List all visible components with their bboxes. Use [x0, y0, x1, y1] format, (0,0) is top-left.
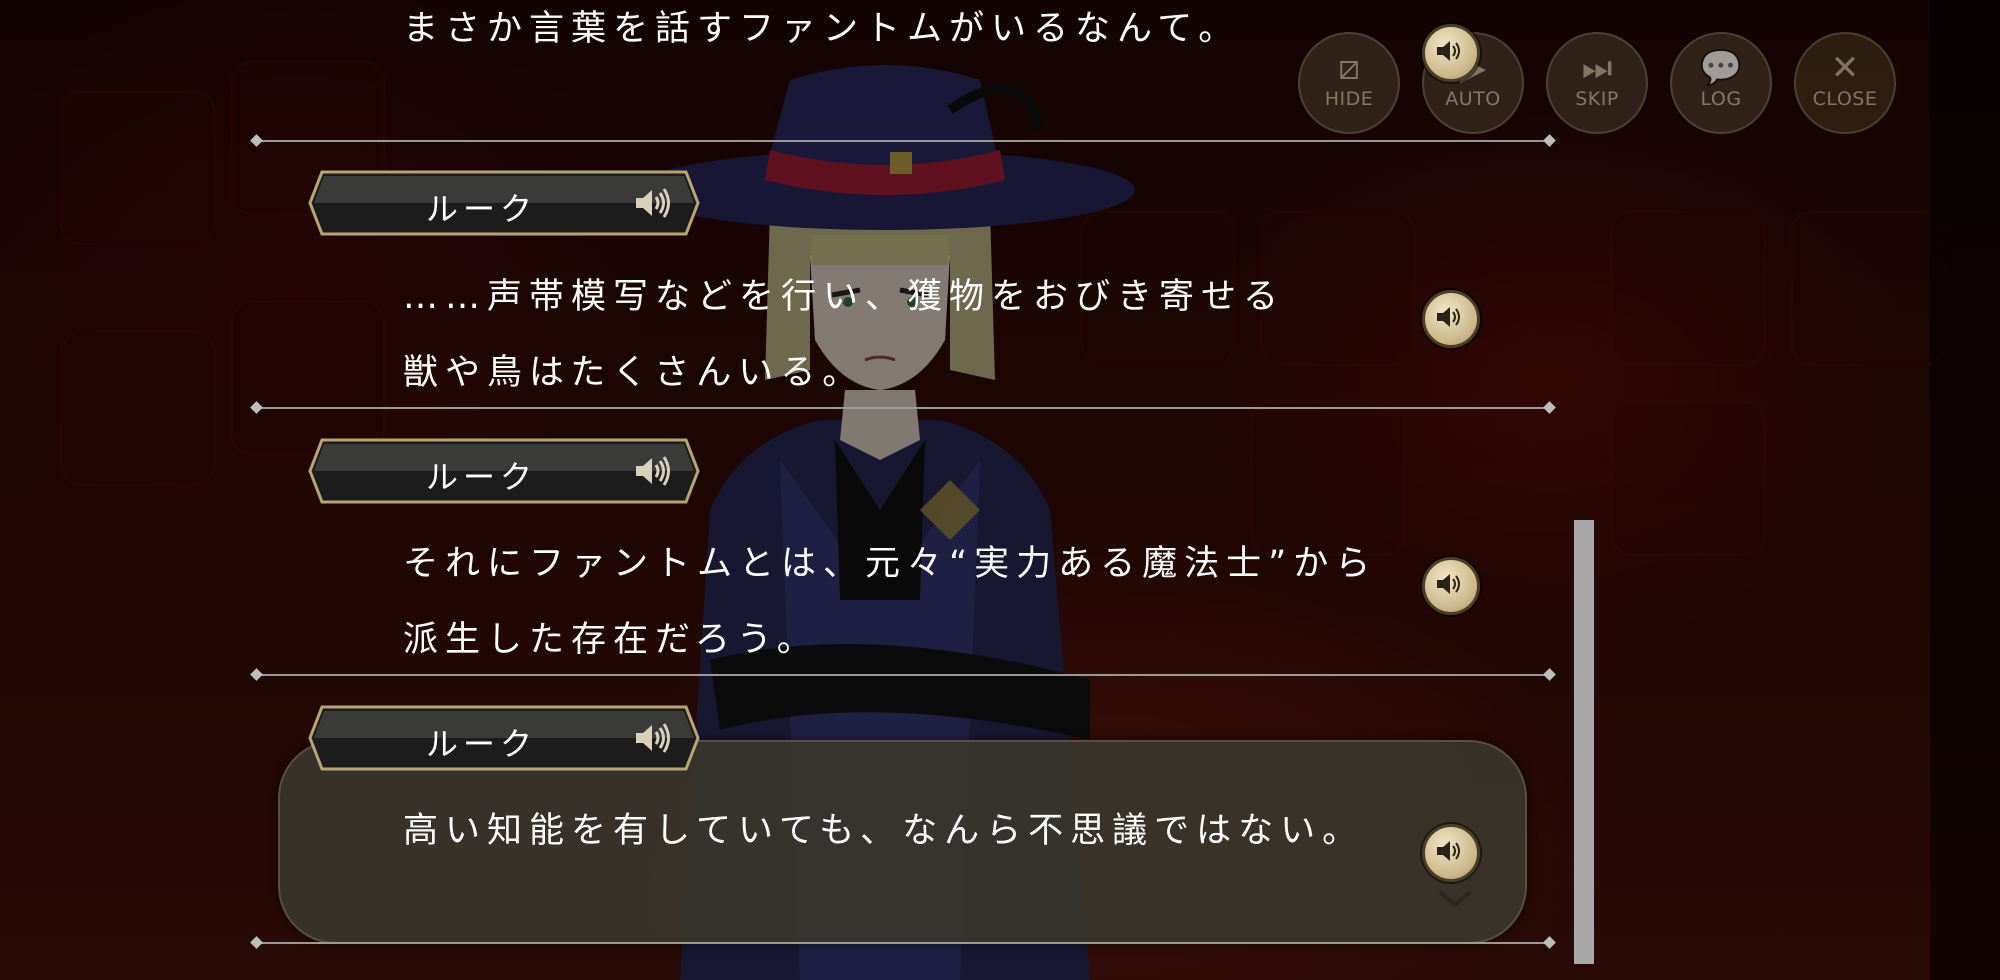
voice-replay-button[interactable]: [1422, 290, 1480, 348]
log-line: それにファントムとは、元々“実力ある魔法士”から: [403, 544, 1378, 584]
hide-button[interactable]: ⧄ HIDE: [1298, 32, 1400, 134]
speaker-icon: [1437, 574, 1460, 594]
speaker-icon: [1437, 41, 1460, 61]
log-line: ……声帯模写などを行い、獲物をおびき寄せる: [403, 277, 1286, 317]
log-divider: [258, 407, 1548, 409]
voice-replay-button[interactable]: [1422, 824, 1480, 882]
log-line: まさか言葉を話すファントムがいるなんて。: [403, 9, 1241, 49]
right-edge-shade: [1930, 0, 2000, 980]
speaker-nameplate: ルーク: [308, 705, 700, 771]
log-button[interactable]: 💬 LOG: [1670, 32, 1772, 134]
log-divider: [258, 942, 1548, 944]
log-divider: [258, 140, 1548, 142]
speaker-name: ルーク: [426, 190, 538, 228]
log-scrollbar[interactable]: [1574, 520, 1594, 964]
speaker-nameplate: ルーク: [308, 438, 700, 504]
log-bubble-icon: 💬: [1699, 48, 1743, 88]
speaker-name: ルーク: [426, 458, 538, 496]
log-divider: [258, 674, 1548, 676]
speaker-name: ルーク: [426, 725, 538, 763]
chevron-down-icon: [1438, 890, 1472, 908]
log-line: 高い知能を有していても、なんら不思議ではない。: [403, 811, 1365, 851]
skip-icon: ⏭: [1581, 48, 1613, 88]
log-line: 派生した存在だろう。: [403, 620, 819, 660]
voice-replay-button[interactable]: [1422, 557, 1480, 615]
speaker-nameplate: ルーク: [308, 170, 700, 236]
speaker-icon: [1437, 841, 1460, 861]
speaker-voice-icon: [636, 456, 670, 486]
speaker-voice-icon: [636, 188, 670, 218]
speaker-icon: [1437, 307, 1460, 327]
close-button[interactable]: ✕ CLOSE: [1794, 32, 1896, 134]
speaker-voice-icon: [636, 723, 670, 753]
close-icon: ✕: [1830, 48, 1860, 88]
skip-button[interactable]: ⏭ SKIP: [1546, 32, 1648, 134]
hide-icon: ⧄: [1338, 48, 1360, 88]
voice-replay-button[interactable]: [1422, 24, 1480, 82]
log-line: 獣や鳥はたくさんいる。: [403, 353, 865, 393]
